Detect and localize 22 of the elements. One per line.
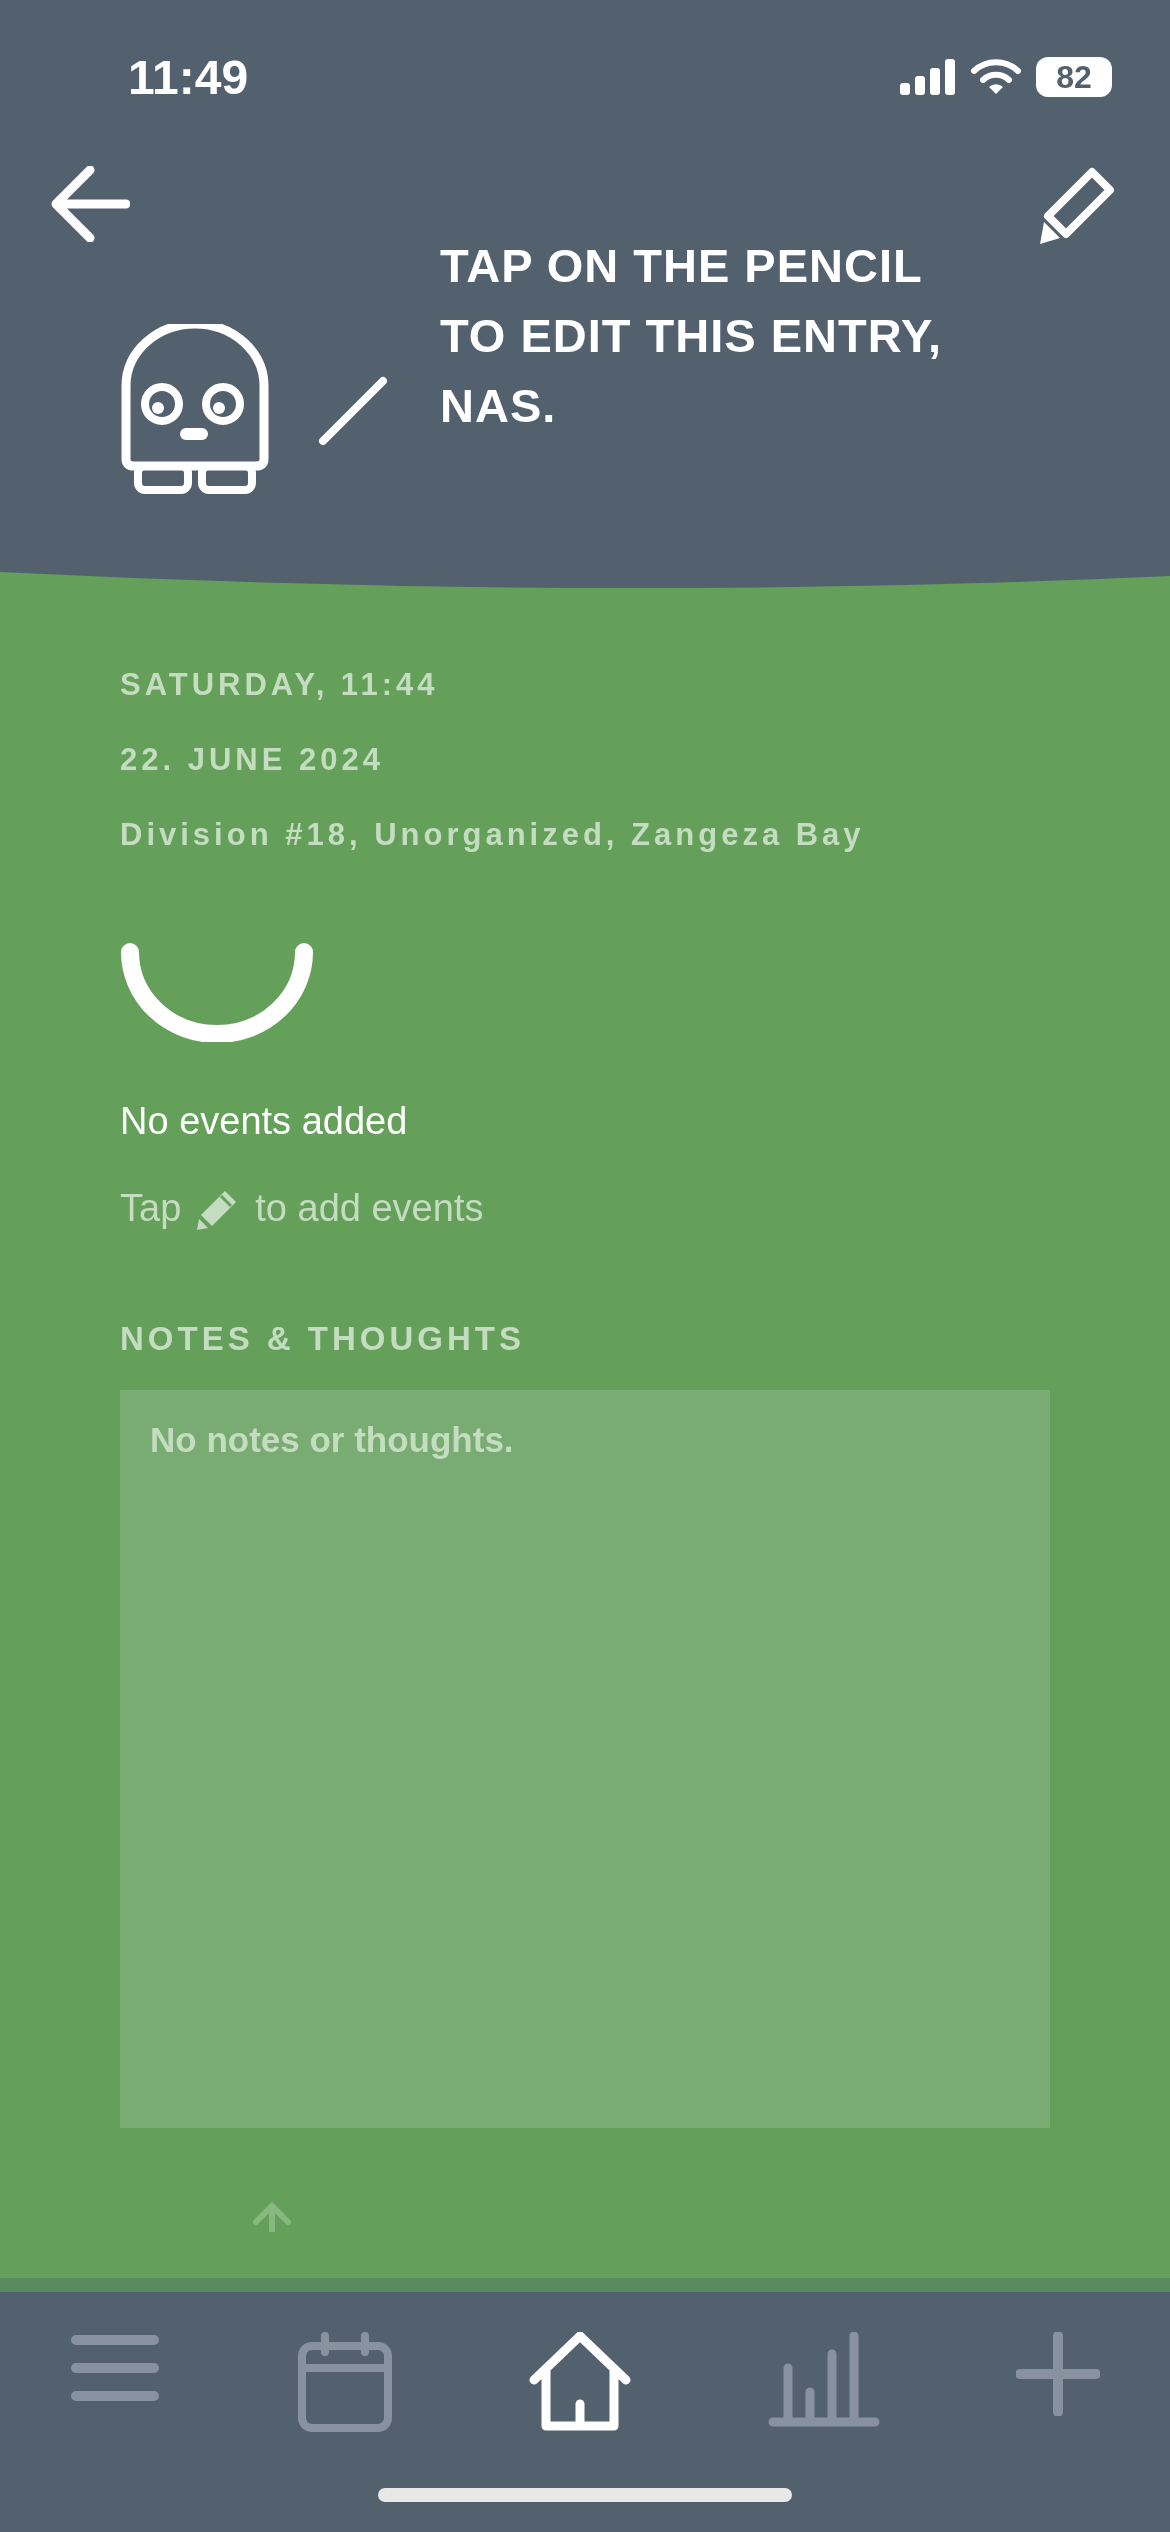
- bar-chart-icon[interactable]: [767, 2332, 880, 2428]
- wifi-icon: [970, 58, 1022, 96]
- up-arrow-icon: [250, 2200, 294, 2232]
- notes-heading: NOTES & THOUGHTS: [120, 1320, 525, 1358]
- menu-icon[interactable]: [70, 2332, 160, 2404]
- add-icon[interactable]: [1016, 2332, 1100, 2416]
- entry-location: Division #18, Unorganized, Zangeza Bay: [120, 817, 865, 853]
- hint-text: to add events: [255, 1187, 484, 1230]
- back-arrow-icon[interactable]: [50, 166, 130, 242]
- entry-time: SATURDAY, 11:44: [120, 667, 439, 703]
- hint-text: Tap: [120, 1187, 182, 1230]
- no-events-text: No events added: [120, 1100, 408, 1143]
- notes-field[interactable]: No notes or thoughts.: [120, 1390, 1050, 2128]
- signal-icon: [900, 59, 956, 95]
- edit-hint-text: TAP ON THE PENCIL TO EDIT THIS ENTRY, NAS.: [440, 238, 944, 434]
- battery-icon: 82: [1036, 57, 1112, 97]
- slash-icon: [318, 376, 388, 446]
- calendar-icon[interactable]: [296, 2332, 393, 2432]
- home-icon[interactable]: [529, 2332, 631, 2432]
- smile-icon: [120, 942, 314, 1042]
- status-time: 11:49: [128, 49, 249, 105]
- entry-date: 22. JUNE 2024: [120, 742, 384, 778]
